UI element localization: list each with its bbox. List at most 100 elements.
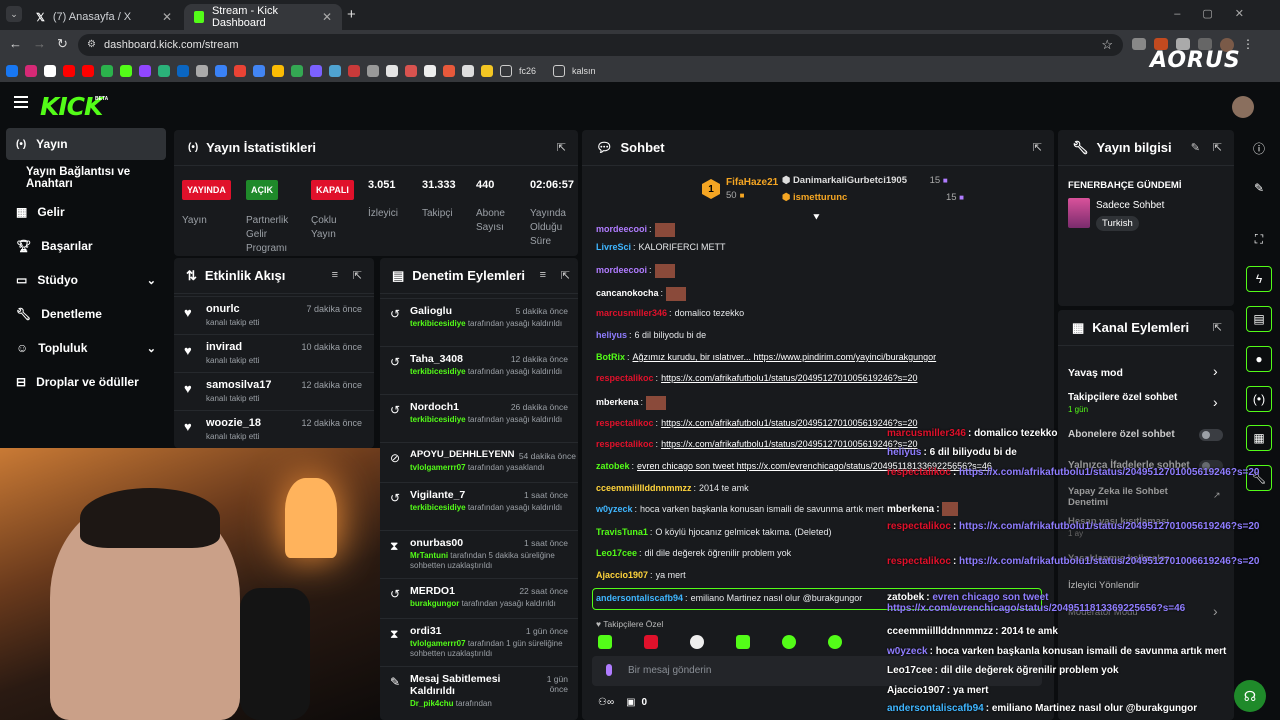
sidebar-item-yayin-baglantisi[interactable]: Yayın Bağlantısı ve Anahtarı [6,162,166,194]
bookmark-icon[interactable] [101,65,113,77]
user-avatar[interactable] [1232,96,1254,118]
activity-user[interactable]: invirad [206,341,242,353]
moderated-user[interactable]: onurbas00 [410,537,463,549]
bookmark-icon[interactable] [424,65,436,77]
subscribers-only-toggle[interactable] [1199,429,1223,441]
chat-username[interactable]: mordeecooi [596,265,647,275]
address-bar[interactable]: ⚙ dashboard.kick.com/stream ☆ [78,34,1123,56]
instagram-bookmark-icon[interactable] [25,65,37,77]
popout-icon[interactable]: ⇱ [1213,141,1222,154]
sidebar-item-studyo[interactable]: ▭ Stüdyo ⌄ [6,264,166,296]
menu-icon[interactable]: ⋮ [1242,38,1254,52]
microphone-icon[interactable] [606,664,612,676]
bookmark-icon[interactable] [291,65,303,77]
chevron-right-icon[interactable]: › [1213,394,1218,410]
bookmark-icon[interactable] [329,65,341,77]
sidebar-item-gelir[interactable]: ▦ Gelir [6,196,166,228]
filter-icon[interactable]: ≡ [332,269,338,281]
activity-user[interactable]: onurlc [206,303,240,315]
users-icon[interactable]: ⚇∞ [598,697,614,708]
activity-user[interactable]: woozie_18 [206,417,261,429]
chevron-right-icon[interactable]: › [1213,363,1218,379]
folder-icon[interactable] [500,65,512,77]
edit-icon[interactable]: ✎ [1191,141,1200,154]
sidebar-item-yayin[interactable]: (•) Yayın [6,128,166,160]
tab-search-dropdown-icon[interactable]: ⌄ [6,6,22,22]
chat-username[interactable]: zatobek [596,461,630,471]
sidebar-item-droplar[interactable]: ⊟ Droplar ve ödüller [6,366,166,398]
bookmark-icon[interactable] [196,65,208,77]
bookmark-icon[interactable] [386,65,398,77]
youtube-bookmark-icon[interactable] [82,65,94,77]
bookmark-icon[interactable] [367,65,379,77]
back-icon[interactable]: ← [9,36,22,51]
moderator-name[interactable]: Dr_pik4chu [410,699,454,708]
store-icon[interactable]: ▦ [1246,425,1272,451]
x-bookmark-icon[interactable] [44,65,56,77]
facebook-bookmark-icon[interactable] [6,65,18,77]
top-gifter-2[interactable]: ⬢ DanimarkaliGurbetci1905 15 ■ [782,175,948,186]
bookmark-icon[interactable] [253,65,265,77]
chat-username[interactable]: Leo17cee [596,548,637,558]
top-gifter-1[interactable]: 1 FifaHaze21 50 ■ [702,176,778,202]
popout-icon[interactable]: ⇱ [353,269,362,282]
tab-x-home[interactable]: 𝕏 (7) Anasayfa / X ✕ [26,4,182,30]
action-subscribers-only[interactable]: Abonelere özel sohbet [1068,429,1175,440]
popout-icon[interactable]: ⇱ [561,269,570,282]
action-redirect-viewers[interactable]: İzleyici Yönlendir [1068,580,1139,591]
action-ai-moderation[interactable]: Yapay Zeka ile Sohbet Denetimi [1068,486,1178,508]
action-followers-only[interactable]: Takipçilere özel sohbet [1068,392,1177,403]
moderator-name[interactable]: MrTantuni [410,551,448,560]
moderated-user[interactable]: APOYU_DEHHLEYENN [410,449,515,460]
chat-username[interactable]: BotRix [596,352,625,362]
moderated-user[interactable]: Nordoch1 [410,401,459,413]
moderator-name[interactable]: terkibicesidiye [410,415,466,424]
moderated-user[interactable]: ordi31 [410,625,442,637]
chat-username[interactable]: LivreSci [596,242,631,252]
emote-icon[interactable] [690,635,704,649]
emote-icon[interactable] [828,635,842,649]
top-gifter-3[interactable]: ⬢ ismetturunc 15 ■ [782,192,964,203]
chat-username[interactable]: Ajaccio1907 [596,570,648,580]
sidebar-item-basarilar[interactable]: 🏆︎ Başarılar [6,230,166,262]
extension-icon[interactable] [1132,38,1146,50]
chat-username[interactable]: mordeecooi [596,224,647,234]
bookmark-icon[interactable] [481,65,493,77]
sidebar-item-topluluk[interactable]: ☺ Topluluk ⌄ [6,332,166,364]
chat-username[interactable]: TravisTuna1 [596,527,648,537]
chat-username[interactable]: w0yzeck [596,504,633,514]
expand-chevron-icon[interactable]: ⯆ [812,212,821,225]
moderator-name[interactable]: terkibicesidiye [410,367,466,376]
moderated-user[interactable]: Vigilante_7 [410,489,465,501]
chat-username[interactable]: mberkena [596,397,639,407]
moderated-user[interactable]: Galioglu [410,305,452,317]
bookmark-icon[interactable] [215,65,227,77]
emote-icon[interactable] [782,635,796,649]
folder-icon[interactable] [553,65,566,77]
chat-username[interactable]: cceemmiilllddnnmmzz [596,483,692,493]
hamburger-menu-icon[interactable] [14,96,28,108]
moderated-user[interactable]: Taha_3408 [410,353,463,365]
chat-username[interactable]: respectalikoc [596,373,654,383]
action-slow-mode[interactable]: Yavaş mod [1068,367,1123,379]
moderator-name[interactable]: terkibicesidiye [410,319,466,328]
sidebar-item-denetleme[interactable]: 🔧︎ Denetleme [6,298,166,330]
youtube-bookmark-icon[interactable] [63,65,75,77]
emote-icon[interactable] [736,635,750,649]
chat-username[interactable]: heliyus [596,330,627,340]
bookmark-folder-fc26[interactable]: fc26 [519,66,536,76]
close-tab-icon[interactable]: ✕ [322,10,332,24]
reload-icon[interactable]: ↻ [57,36,68,52]
broadcast-icon[interactable]: (•) [1246,386,1272,412]
popout-icon[interactable]: ⇱ [557,141,566,154]
bookmark-icon[interactable] [158,65,170,77]
bolt-icon[interactable]: ϟ [1246,266,1272,292]
bookmark-icon[interactable] [405,65,417,77]
notes-icon[interactable]: ▤ [1246,306,1272,332]
chat-username[interactable]: cancanokocha [596,288,659,298]
forward-icon[interactable]: → [33,36,46,51]
chat-username[interactable]: respectalikoc [596,418,654,428]
fullscreen-icon[interactable]: ⛶ [1246,226,1272,252]
emote-icon[interactable] [644,635,658,649]
linkedin-bookmark-icon[interactable] [177,65,189,77]
